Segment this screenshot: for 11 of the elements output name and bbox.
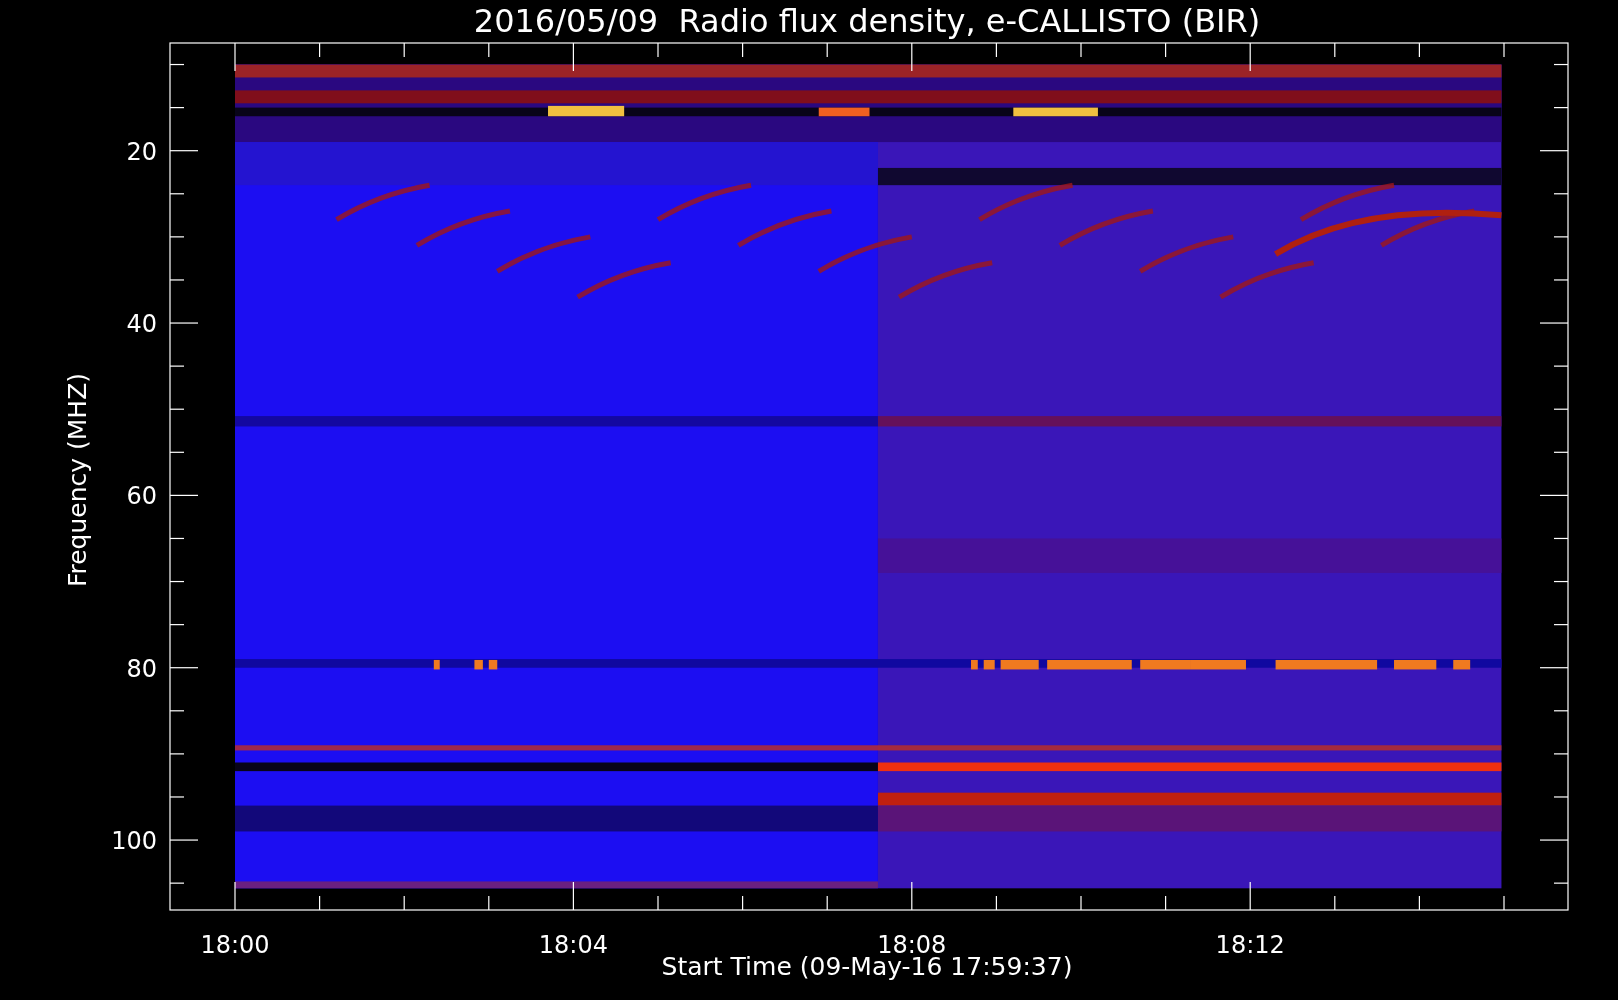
x-tick-label: 18:12	[1215, 931, 1285, 959]
x-tick-label: 18:00	[200, 931, 270, 959]
x-tick-label: 18:04	[538, 931, 608, 959]
y-tick-label: 40	[126, 310, 157, 339]
y-tick-label: 60	[126, 482, 157, 511]
y-tick-label: 80	[126, 654, 157, 683]
chart-title: 2016/05/09 Radio flux density, e-CALLISTO (BIR)	[473, 2, 1261, 40]
y-tick-label: 20	[126, 137, 157, 166]
y-axis-label: Frequency (MHZ)	[63, 372, 92, 588]
y-tick-label: 100	[111, 827, 157, 856]
x-axis-label: Start Time (09-May-16 17:59:37)	[661, 952, 1073, 981]
